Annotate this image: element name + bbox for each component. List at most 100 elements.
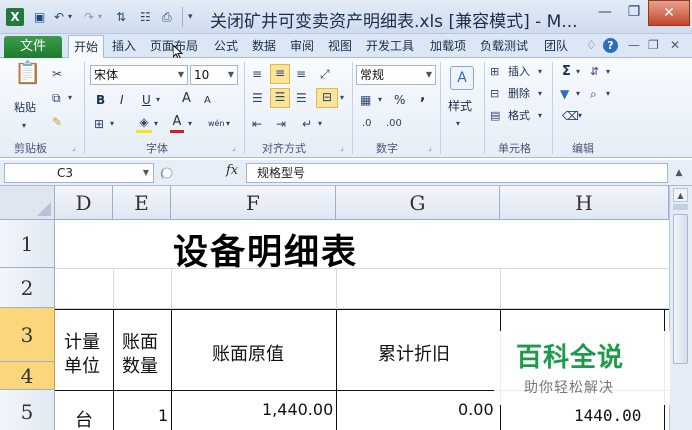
delete-button[interactable]: 删除 [508, 86, 530, 102]
vertical-scrollbar[interactable]: ▲ [669, 186, 692, 430]
insert-dropdown-icon[interactable]: ▾ [538, 64, 542, 80]
expand-formula-bar-icon[interactable]: ▲ [671, 163, 687, 183]
wrap-text-icon[interactable]: ↵ [302, 116, 312, 132]
clear-dropdown-icon[interactable]: ▾ [578, 108, 582, 124]
decrease-indent-icon[interactable]: ⇤ [252, 116, 262, 132]
align-center-icon[interactable]: ☰ [270, 88, 290, 108]
sort-filter-dropdown-icon[interactable]: ▾ [606, 64, 610, 80]
phonetic-guide-button[interactable]: wén [208, 116, 225, 132]
tab-formulas[interactable]: 公式 [214, 38, 238, 54]
orientation-icon[interactable]: ⤢ [320, 66, 330, 82]
formula-input[interactable]: 规格型号 [246, 163, 668, 183]
styles-button[interactable]: 样式 [448, 98, 472, 114]
header-book-value[interactable]: 账面原值 [212, 340, 284, 366]
merge-dropdown-icon[interactable]: ▾ [340, 90, 344, 106]
column-header-h[interactable]: H [500, 186, 669, 220]
find-dropdown-icon[interactable]: ▾ [606, 86, 610, 102]
underline-dropdown-icon[interactable]: ▾ [156, 92, 160, 108]
borders-dropdown-icon[interactable]: ▾ [110, 116, 114, 132]
font-dialog-launcher-icon[interactable]: ⌟ [232, 143, 236, 152]
shrink-font-button[interactable]: A [204, 93, 211, 109]
font-name-select[interactable]: 宋体 ▼ [90, 65, 188, 85]
tab-review[interactable]: 审阅 [290, 38, 314, 54]
header-qty-line1[interactable]: 账面 [122, 328, 158, 354]
copy-dropdown-icon[interactable]: ▾ [68, 90, 72, 106]
row-header-1[interactable]: 1 [0, 220, 55, 268]
decrease-decimal-icon[interactable]: .00 [386, 116, 402, 132]
select-all-button[interactable] [0, 186, 55, 220]
styles-icon[interactable]: A [450, 66, 474, 90]
header-qty-line2[interactable]: 数量 [122, 352, 158, 378]
tab-team[interactable]: 团队 [544, 38, 568, 54]
row-header-4[interactable]: 4 [0, 362, 55, 390]
bold-button[interactable]: B [96, 92, 105, 108]
tab-home[interactable]: 开始 [68, 35, 105, 59]
sheet-title[interactable]: 设备明细表 [173, 224, 358, 275]
row-header-5[interactable]: 5 [0, 390, 55, 430]
cell-d5[interactable]: 台 [75, 406, 93, 430]
font-color-button[interactable]: A [170, 114, 184, 133]
styles-dropdown-icon[interactable]: ▾ [456, 116, 460, 132]
align-top-icon[interactable]: ≡ [252, 66, 262, 82]
cell-f5[interactable]: 1,440.00 [262, 400, 333, 419]
undo-dropdown-icon[interactable]: ▾ [68, 9, 72, 25]
insert-button[interactable]: 插入 [508, 64, 530, 80]
align-left-icon[interactable]: ☰ [252, 90, 263, 106]
autosum-button[interactable]: Σ [562, 64, 571, 80]
increase-indent-icon[interactable]: ⇥ [276, 116, 286, 132]
tab-load-test[interactable]: 负载测试 [480, 38, 528, 54]
align-bottom-icon[interactable]: ≡ [296, 66, 306, 82]
help-icon[interactable]: ? [603, 38, 618, 53]
cell-e5[interactable]: 1 [158, 406, 168, 425]
clipboard-dialog-launcher-icon[interactable]: ⌟ [72, 143, 76, 152]
column-header-g[interactable]: G [336, 186, 500, 220]
workbook-minimize-button[interactable]: — [628, 38, 640, 52]
header-unit-line2[interactable]: 单位 [64, 352, 100, 378]
autosum-dropdown-icon[interactable]: ▾ [576, 64, 580, 80]
format-dropdown-icon[interactable]: ▾ [538, 108, 542, 124]
font-color-dropdown-icon[interactable]: ▾ [188, 116, 192, 132]
name-box[interactable]: C3 ▼ [4, 163, 154, 183]
format-painter-icon[interactable]: ✎ [52, 114, 62, 130]
tab-data[interactable]: 数据 [252, 38, 276, 54]
delete-dropdown-icon[interactable]: ▾ [538, 86, 542, 102]
paste-icon[interactable]: 📋 [14, 63, 42, 92]
align-right-icon[interactable]: ☰ [296, 90, 307, 106]
customize-qat-icon[interactable]: ▾ [188, 9, 193, 25]
format-cells-icon[interactable]: ▤ [490, 108, 500, 124]
phonetic-dropdown-icon[interactable]: ▾ [226, 116, 230, 132]
tab-file[interactable]: 文件 [4, 36, 62, 58]
save-icon[interactable]: ▣ [34, 9, 45, 25]
percent-button[interactable]: % [394, 92, 405, 108]
increase-decimal-icon[interactable]: .0 [362, 116, 372, 132]
scroll-up-icon[interactable]: ▲ [673, 188, 688, 202]
header-depreciation[interactable]: 累计折旧 [378, 340, 450, 366]
redo-dropdown-icon[interactable]: ▾ [98, 9, 102, 25]
paste-dropdown-icon[interactable]: ▾ [22, 118, 26, 134]
tab-addins[interactable]: 加载项 [430, 38, 466, 54]
align-middle-icon[interactable]: ≡ [270, 64, 290, 84]
cut-icon[interactable]: ✂ [52, 66, 62, 82]
delete-cells-icon[interactable]: ⊟ [490, 86, 499, 102]
filter-icon[interactable]: ☷ [140, 9, 151, 25]
currency-dropdown-icon[interactable]: ▾ [378, 92, 382, 108]
insert-function-icon[interactable]: fx [226, 163, 238, 178]
number-format-select[interactable]: 常规 ▼ [356, 65, 436, 85]
fill-color-icon[interactable]: ◈ [136, 114, 152, 133]
insert-cells-icon[interactable]: ⊞ [490, 64, 499, 80]
underline-button[interactable]: U [142, 92, 151, 108]
sort-icon[interactable]: ⇅ [116, 9, 126, 25]
split-box[interactable] [673, 204, 688, 210]
fill-icon[interactable]: ▼ [560, 86, 569, 102]
row-header-3[interactable]: 3 [0, 308, 55, 362]
column-header-f[interactable]: F [171, 186, 336, 220]
paste-button[interactable]: 粘贴 [14, 100, 36, 116]
format-button[interactable]: 格式 [508, 108, 530, 124]
redo-icon[interactable]: ↷ [84, 9, 94, 25]
header-unit-line1[interactable]: 计量 [64, 328, 100, 354]
tab-developer[interactable]: 开发工具 [366, 38, 414, 54]
workbook-restore-button[interactable]: ❐ [648, 38, 659, 52]
font-size-select[interactable]: 10 ▼ [190, 65, 238, 85]
currency-icon[interactable]: ▦ [360, 92, 371, 108]
copy-icon[interactable]: ⧉ [52, 90, 61, 106]
